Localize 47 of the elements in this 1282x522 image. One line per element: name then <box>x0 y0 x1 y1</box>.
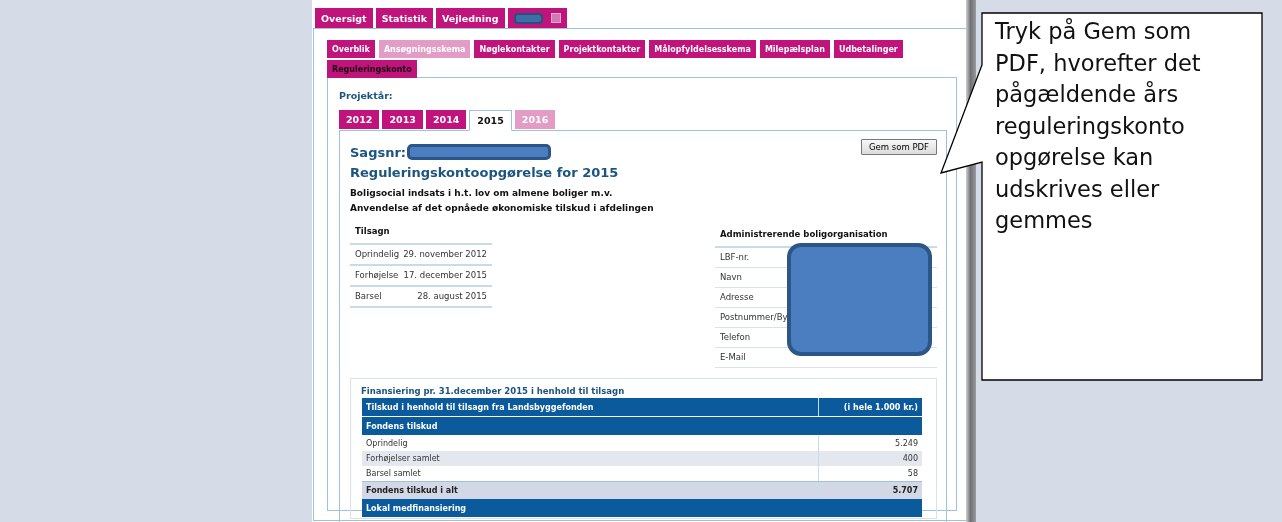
table-cell: LBF-nr. <box>720 252 750 262</box>
save-pdf-button[interactable]: Gem som PDF <box>861 139 937 155</box>
tab[interactable]: 2013 <box>382 110 423 129</box>
page-title: Reguleringskontoopgørelse for 2015 <box>350 165 620 180</box>
tab[interactable]: Projektkontakter <box>558 40 646 58</box>
table-cell: Oprindelig <box>355 249 400 259</box>
table-cell: Adresse <box>720 292 754 302</box>
tab[interactable]: Statistik <box>375 8 434 28</box>
tab[interactable]: Overblik <box>327 40 375 58</box>
callout-text: Tryk på Gem som PDF, hvorefter det pågældende års reguleringskonto opgørelse kan udskrives eller gemmes <box>995 17 1202 235</box>
table-cell: 28. august 2015 <box>417 291 487 301</box>
table-cell-text: 58 <box>906 468 919 480</box>
table-cell: Forhøjelser samlet <box>362 451 819 466</box>
table-cell: Tilskud i henhold til tilsagn fra Landsbyggefonden <box>362 398 819 416</box>
tab[interactable]: Milepælsplan <box>759 40 830 58</box>
table-cell: E-Mail <box>720 352 746 362</box>
table-cell: Postnummer/By <box>720 312 788 322</box>
table-cell-text: 5.707 <box>891 485 919 497</box>
redaction-mark <box>513 12 543 24</box>
tab[interactable]: Oversigt <box>315 8 373 28</box>
tab[interactable]: 2012 <box>339 110 380 129</box>
tab[interactable] <box>507 8 567 28</box>
table-cell-text: 5.249 <box>894 438 919 450</box>
table-cell: 29. november 2012 <box>403 249 487 259</box>
table-cell-text: Lokal medfinansiering <box>365 502 468 515</box>
case-label: Sagsnr: <box>350 144 407 160</box>
table-cell-text: (i hele 1.000 kr.) <box>842 401 919 414</box>
close-icon[interactable] <box>550 13 561 23</box>
table-cell: 17. december 2015 <box>403 270 487 280</box>
table-cell-text: 400 <box>901 453 919 465</box>
subtitle: Anvendelse af det opnåede økonomiske tilskud i afdelingen <box>350 202 655 215</box>
tab[interactable]: Nøglekontakter <box>474 40 555 58</box>
tab[interactable]: Vejledning <box>436 8 505 28</box>
section-legend: Finansiering pr. 31.december 2015 i henhold til tilsagn <box>359 386 627 396</box>
table-cell: Telefon <box>720 332 751 342</box>
tab[interactable]: Reguleringskonto <box>327 60 417 78</box>
table-cell: Forhøjelse <box>355 270 399 280</box>
tab[interactable]: 2015 <box>469 110 512 131</box>
tab[interactable]: 2014 <box>425 110 467 129</box>
table-cell-text: Fondens tilskud <box>365 420 439 433</box>
subtitle: Boligsocial indsats i h.t. lov om almene boliger m.v. <box>350 187 614 200</box>
tab[interactable]: Målopfyldelsesskema <box>649 40 756 58</box>
table-heading: Tilsagn <box>350 222 492 245</box>
table-cell: Navn <box>720 272 742 282</box>
table-cell: Barsel <box>355 291 382 301</box>
section-label: Projektår: <box>339 90 394 101</box>
tab[interactable]: Udbetalinger <box>833 40 903 58</box>
